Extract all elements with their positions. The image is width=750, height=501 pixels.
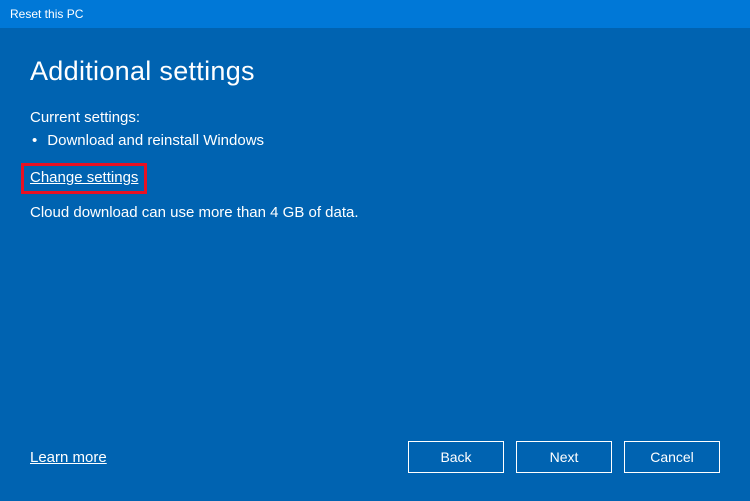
learn-more-link[interactable]: Learn more — [30, 449, 107, 466]
cancel-button[interactable]: Cancel — [624, 441, 720, 473]
settings-list: Download and reinstall Windows — [30, 132, 720, 149]
page-heading: Additional settings — [30, 56, 720, 87]
footer: Learn more Back Next Cancel — [30, 441, 720, 473]
main-content: Additional settings Current settings: Do… — [0, 28, 750, 221]
change-settings-link[interactable]: Change settings — [30, 169, 138, 186]
window-titlebar: Reset this PC — [0, 0, 750, 28]
next-button[interactable]: Next — [516, 441, 612, 473]
change-settings-highlight: Change settings — [21, 163, 147, 194]
cloud-download-info: Cloud download can use more than 4 GB of… — [30, 204, 720, 221]
window-title: Reset this PC — [10, 7, 83, 21]
back-button[interactable]: Back — [408, 441, 504, 473]
current-settings-label: Current settings: — [30, 109, 720, 126]
settings-list-item: Download and reinstall Windows — [30, 132, 720, 149]
